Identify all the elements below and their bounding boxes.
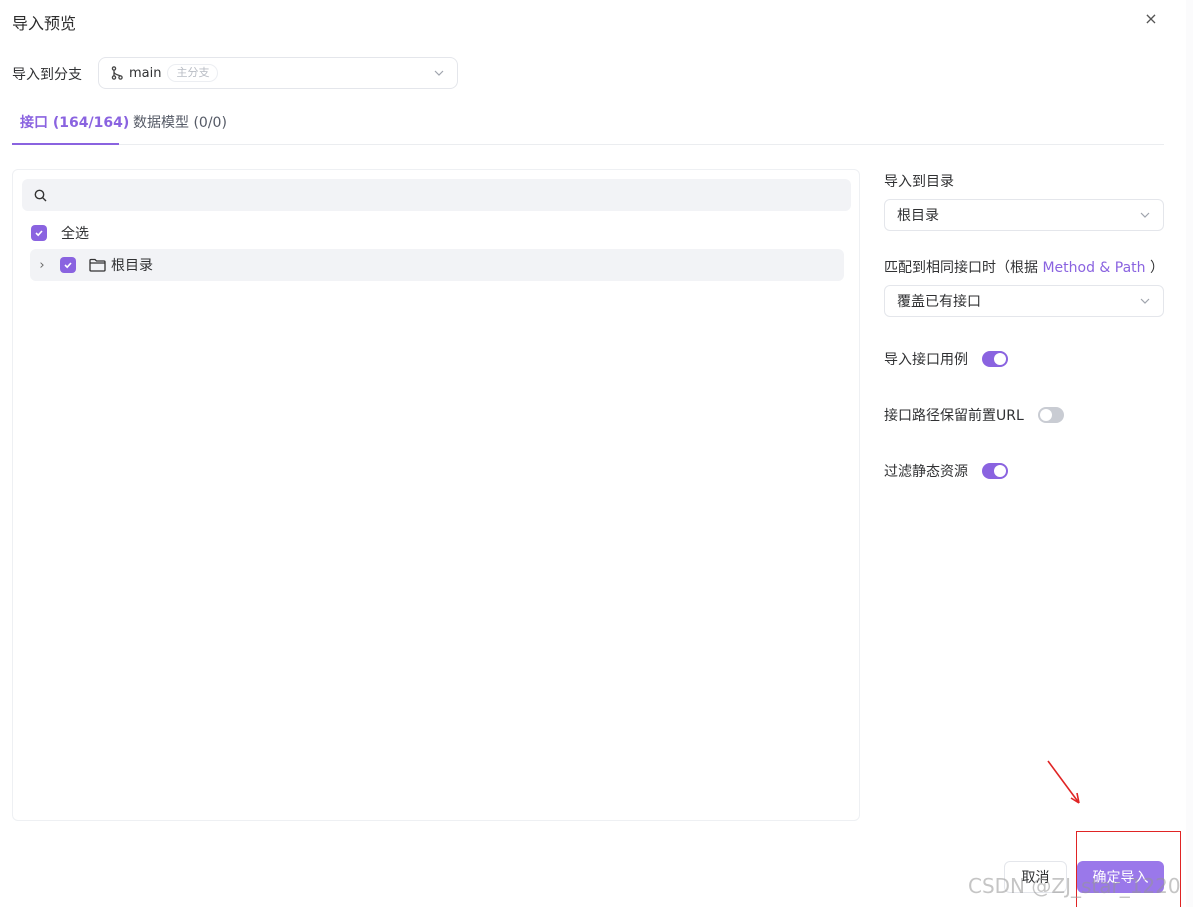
cancel-button[interactable]: 取消	[1004, 861, 1067, 893]
dialog-title: 导入预览	[12, 14, 77, 33]
target-dir-label: 导入到目录	[884, 174, 954, 190]
target-dir-value: 根目录	[897, 208, 939, 224]
toggle-knob	[994, 465, 1006, 477]
select-all-row[interactable]: 全选	[31, 223, 89, 243]
chevron-down-icon	[1140, 212, 1150, 218]
match-mode-value: 覆盖已有接口	[897, 294, 981, 310]
chevron-down-icon	[434, 70, 444, 76]
tab-interfaces[interactable]: 接口 (164/164)	[20, 112, 129, 132]
match-label-accent: Method & Path	[1042, 260, 1146, 276]
toggle-row-filter-static: 过滤静态资源	[884, 461, 1008, 481]
root-checkbox[interactable]	[60, 257, 76, 273]
search-input[interactable]	[55, 187, 835, 203]
toggle-row-import-cases: 导入接口用例	[884, 349, 1008, 369]
search-box[interactable]	[22, 179, 851, 211]
branch-name: main	[129, 65, 162, 81]
match-label-suffix: ）	[1145, 260, 1164, 276]
close-icon[interactable]: ×	[1140, 8, 1162, 30]
branch-select[interactable]: main 主分支	[98, 57, 458, 89]
match-label-prefix: 匹配到相同接口时（根据	[884, 260, 1043, 276]
folder-icon	[89, 258, 106, 272]
toggle-label-import-cases: 导入接口用例	[884, 352, 968, 368]
toggle-keep-prefix-url[interactable]	[1037, 407, 1064, 423]
match-mode-select[interactable]: 覆盖已有接口	[884, 285, 1164, 317]
tab-bar: 接口 (164/164) 数据模型 (0/0)	[12, 104, 1164, 145]
toggle-row-keep-prefix-url: 接口路径保留前置URL	[884, 405, 1064, 425]
select-all-checkbox[interactable]	[31, 225, 47, 241]
match-label: 匹配到相同接口时（根据 Method & Path ）	[884, 257, 1164, 277]
toggle-import-cases[interactable]	[982, 351, 1008, 367]
tree-node-root[interactable]: › 根目录	[30, 249, 844, 281]
branch-icon	[111, 65, 125, 81]
toggle-label-filter-static: 过滤静态资源	[884, 464, 968, 480]
check-icon	[35, 230, 43, 237]
annotation-arrow	[1047, 760, 1080, 804]
tree-panel: 全选 › 根目录	[12, 169, 860, 821]
background-edge	[1186, 0, 1193, 907]
branch-tag: 主分支	[167, 64, 219, 82]
toggle-label-keep-prefix-url: 接口路径保留前置URL	[884, 408, 1024, 424]
toggle-knob	[994, 353, 1006, 365]
expand-arrow-icon[interactable]: ›	[30, 258, 54, 273]
check-icon	[64, 262, 72, 269]
target-dir-select[interactable]: 根目录	[884, 199, 1164, 231]
branch-label: 导入到分支	[12, 67, 82, 83]
select-all-label: 全选	[61, 226, 89, 242]
confirm-import-button[interactable]: 确定导入	[1077, 861, 1164, 893]
toggle-filter-static[interactable]	[982, 463, 1008, 479]
tab-data-models[interactable]: 数据模型 (0/0)	[133, 112, 227, 132]
search-icon	[34, 189, 47, 201]
tab-active-indicator	[12, 143, 119, 145]
root-label: 根目录	[111, 258, 153, 274]
chevron-down-icon	[1140, 298, 1150, 304]
toggle-knob	[1039, 409, 1052, 421]
